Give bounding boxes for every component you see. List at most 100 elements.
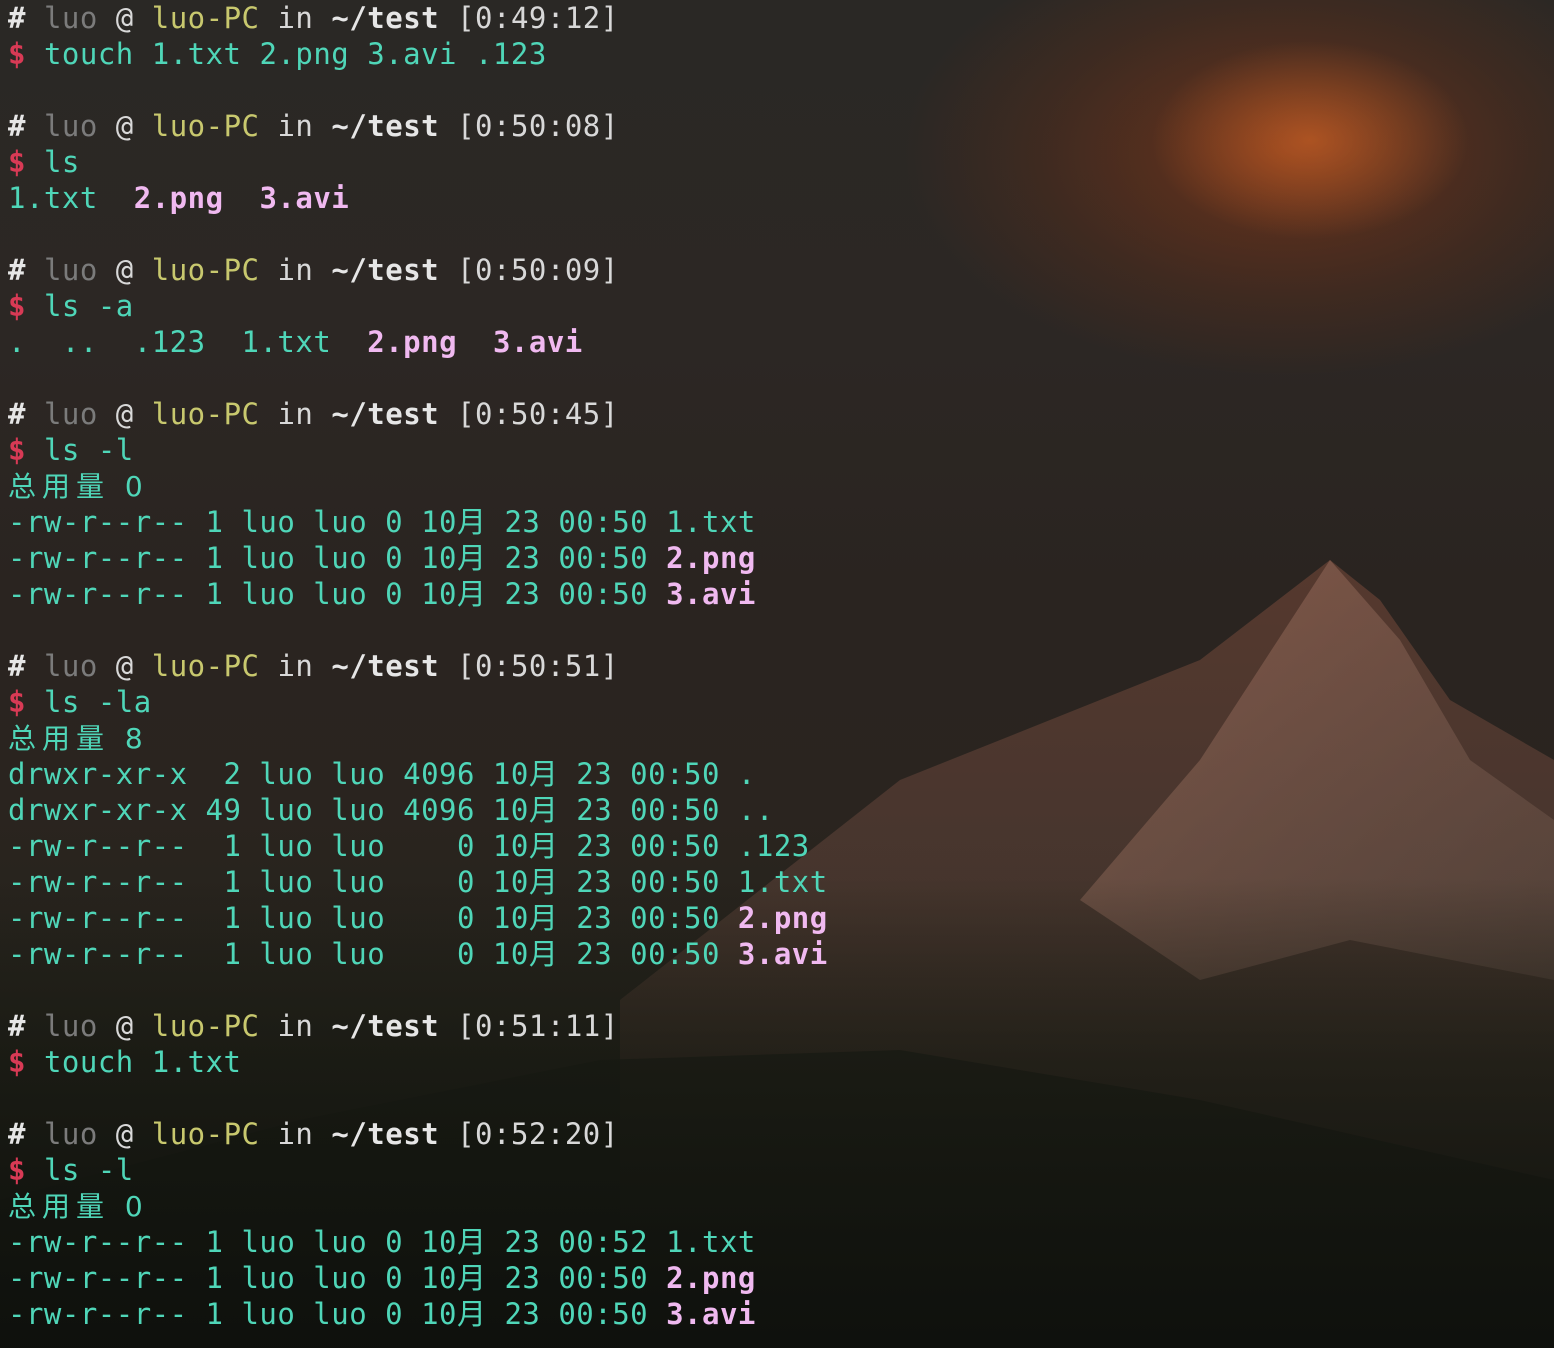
- prompt-dollar: $: [8, 145, 26, 179]
- prompt-at: @: [115, 1, 134, 35]
- total-label: 总用量 0: [8, 470, 149, 503]
- listing-filename: 2.png: [737, 901, 828, 935]
- prompt-time: [0:51:11]: [457, 1009, 619, 1043]
- prompt-user: luo: [43, 1, 98, 35]
- listing-row: -rw-r--r-- 1 luo luo 0 10月 23 00:50 2.pn…: [8, 540, 1554, 576]
- prompt-host: luo-PC: [151, 397, 260, 431]
- command-line: $ touch 1.txt: [8, 1044, 1554, 1080]
- command-line: $ ls -a: [8, 288, 1554, 324]
- command-text: touch 1.txt: [43, 1045, 242, 1079]
- ls-output-line: . .. .123 1.txt 2.png 3.avi: [8, 324, 1554, 360]
- listing-row: -rw-r--r-- 1 luo luo 0 10月 23 00:50 3.av…: [8, 1296, 1554, 1332]
- prompt-dollar: $: [8, 1045, 26, 1079]
- prompt-path: ~/test: [331, 397, 440, 431]
- listing-date: 10月 23 00:50: [421, 505, 667, 539]
- prompt-hash: #: [8, 397, 26, 431]
- listing-row: -rw-r--r-- 1 luo luo 0 10月 23 00:50 1.tx…: [8, 864, 1554, 900]
- command-text: ls -a: [43, 289, 134, 323]
- ls-entry: 1.txt: [241, 325, 332, 359]
- command-line: $ ls -l: [8, 432, 1554, 468]
- total-line: 总用量 0: [8, 468, 1554, 504]
- prompt-dollar: $: [8, 433, 26, 467]
- prompt-at: @: [115, 109, 134, 143]
- listing-filename: 1.txt: [666, 505, 756, 539]
- prompt-in: in: [277, 109, 314, 143]
- prompt-user: luo: [43, 109, 98, 143]
- listing-meta: -rw-r--r-- 1 luo luo 0: [8, 505, 422, 539]
- listing-row: -rw-r--r-- 1 luo luo 0 10月 23 00:50 1.tx…: [8, 504, 1554, 540]
- command-text: ls -l: [43, 1153, 134, 1187]
- ls-output-line: 1.txt 2.png 3.avi: [8, 180, 1554, 216]
- prompt-path: ~/test: [331, 109, 440, 143]
- prompt-in: in: [277, 649, 314, 683]
- prompt-user: luo: [43, 397, 98, 431]
- prompt-host: luo-PC: [151, 1009, 260, 1043]
- prompt-in: in: [277, 1009, 314, 1043]
- listing-row: -rw-r--r-- 1 luo luo 0 10月 23 00:52 1.tx…: [8, 1224, 1554, 1260]
- ls-entry: 3.avi: [492, 325, 583, 359]
- listing-date: 10月 23 00:50: [421, 1261, 667, 1295]
- prompt-path: ~/test: [331, 649, 440, 683]
- ls-entry: .: [8, 325, 26, 359]
- prompt-dollar: $: [8, 685, 26, 719]
- prompt-line: # luo @ luo-PC in ~/test [0:49:12]: [8, 0, 1554, 36]
- prompt-dollar: $: [8, 1153, 26, 1187]
- command-text: ls -l: [43, 433, 134, 467]
- prompt-in: in: [277, 253, 314, 287]
- listing-date: 10月 23 00:50: [492, 865, 738, 899]
- command-line: $ touch 1.txt 2.png 3.avi .123: [8, 36, 1554, 72]
- prompt-at: @: [115, 253, 134, 287]
- prompt-time: [0:52:20]: [457, 1117, 619, 1151]
- prompt-host: luo-PC: [151, 109, 260, 143]
- ls-entry: 2.png: [367, 325, 458, 359]
- listing-filename: ..: [737, 793, 774, 827]
- prompt-in: in: [277, 1117, 314, 1151]
- prompt-host: luo-PC: [151, 253, 260, 287]
- listing-date: 10月 23 00:50: [492, 793, 738, 827]
- prompt-time: [0:50:51]: [457, 649, 619, 683]
- listing-row: -rw-r--r-- 1 luo luo 0 10月 23 00:50 2.pn…: [8, 900, 1554, 936]
- ls-entry: 3.avi: [259, 181, 350, 215]
- listing-meta: -rw-r--r-- 1 luo luo 0: [8, 1261, 422, 1295]
- listing-filename: 3.avi: [737, 937, 828, 971]
- prompt-at: @: [115, 397, 134, 431]
- prompt-host: luo-PC: [151, 1117, 260, 1151]
- listing-filename: 1.txt: [666, 1225, 756, 1259]
- prompt-line: # luo @ luo-PC in ~/test [0:52:20]: [8, 1116, 1554, 1152]
- prompt-hash: #: [8, 1, 26, 35]
- listing-meta: -rw-r--r-- 1 luo luo 0: [8, 1225, 422, 1259]
- listing-row: drwxr-xr-x 49 luo luo 4096 10月 23 00:50 …: [8, 792, 1554, 828]
- prompt-time: [0:49:12]: [457, 1, 619, 35]
- listing-filename: 3.avi: [666, 577, 756, 611]
- ls-entry: .123: [133, 325, 206, 359]
- prompt-at: @: [115, 1009, 134, 1043]
- ls-entry: 2.png: [133, 181, 224, 215]
- prompt-time: [0:50:45]: [457, 397, 619, 431]
- prompt-hash: #: [8, 649, 26, 683]
- prompt-at: @: [115, 649, 134, 683]
- listing-meta: -rw-r--r-- 1 luo luo 0: [8, 901, 493, 935]
- prompt-user: luo: [43, 253, 98, 287]
- prompt-path: ~/test: [331, 1, 440, 35]
- prompt-hash: #: [8, 1117, 26, 1151]
- prompt-time: [0:50:08]: [457, 109, 619, 143]
- listing-filename: .123: [737, 829, 810, 863]
- listing-date: 10月 23 00:50: [492, 829, 738, 863]
- prompt-hash: #: [8, 253, 26, 287]
- listing-meta: -rw-r--r-- 1 luo luo 0: [8, 829, 493, 863]
- listing-meta: -rw-r--r-- 1 luo luo 0: [8, 1297, 422, 1331]
- prompt-host: luo-PC: [151, 649, 260, 683]
- listing-date: 10月 23 00:50: [492, 901, 738, 935]
- command-text: ls: [43, 145, 80, 179]
- prompt-dollar: $: [8, 289, 26, 323]
- listing-meta: drwxr-xr-x 2 luo luo 4096: [8, 757, 493, 791]
- total-label: 总用量 8: [8, 722, 149, 755]
- prompt-user: luo: [43, 649, 98, 683]
- listing-meta: -rw-r--r-- 1 luo luo 0: [8, 937, 493, 971]
- command-text: touch 1.txt 2.png 3.avi .123: [43, 37, 547, 71]
